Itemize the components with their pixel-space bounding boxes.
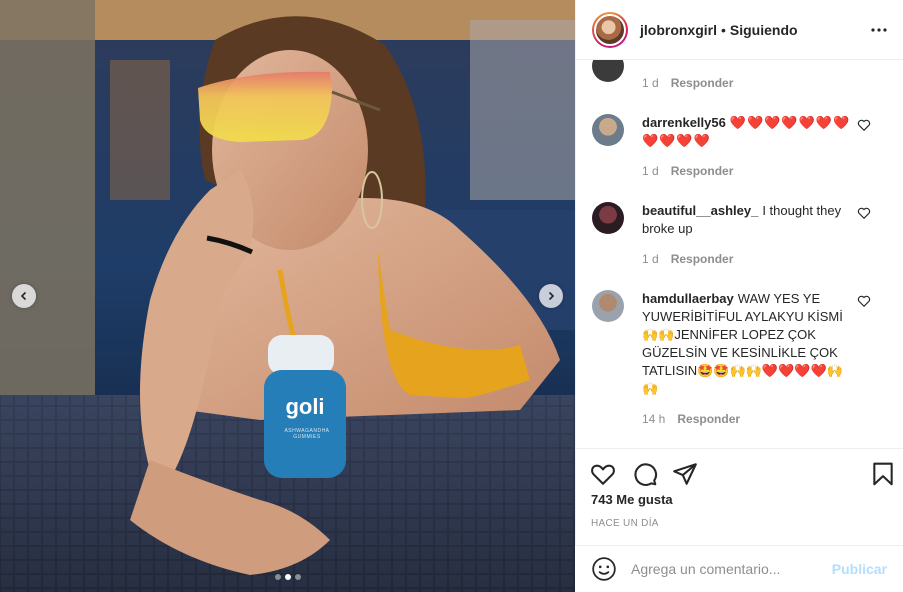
more-horizontal-icon xyxy=(871,28,887,32)
post-header: jlobronxgirl • Siguiendo xyxy=(576,0,903,60)
comment-avatar[interactable] xyxy=(592,114,624,146)
more-options-button[interactable] xyxy=(867,18,891,42)
comment-like-icon[interactable] xyxy=(857,118,871,132)
comment-time: 1 d xyxy=(642,252,659,266)
paper-plane-icon[interactable] xyxy=(672,461,698,487)
reply-button[interactable]: Responder xyxy=(677,412,740,426)
comment-like-icon[interactable] xyxy=(857,294,871,308)
heart-icon[interactable] xyxy=(590,461,616,487)
bottle-subtext: ASHWAGANDHA GUMMIES xyxy=(284,428,330,440)
carousel-dot-active xyxy=(284,574,291,580)
chevron-left-icon xyxy=(20,291,27,301)
instagram-post-modal: goli ASHWAGANDHA GUMMIES jlobronxgirl • … xyxy=(0,0,903,592)
comment-input[interactable] xyxy=(631,561,832,577)
comment-avatar[interactable] xyxy=(592,202,624,234)
comment-avatar[interactable] xyxy=(592,60,624,82)
header-separator: • xyxy=(721,21,726,38)
comment-meta: 14 h Responder xyxy=(642,412,740,426)
photo-scene xyxy=(0,0,575,592)
post-date[interactable]: HACE UN DÍA xyxy=(591,518,659,529)
comment-like-icon[interactable] xyxy=(857,206,871,220)
carousel-previous-button[interactable] xyxy=(12,284,36,308)
reply-button[interactable]: Responder xyxy=(671,76,734,90)
likes-count[interactable]: 743 Me gusta xyxy=(591,492,673,507)
comment-time: 1 d xyxy=(642,76,659,90)
post-photo[interactable]: goli ASHWAGANDHA GUMMIES xyxy=(0,0,575,592)
bookmark-icon[interactable] xyxy=(870,461,896,487)
comment-time: 1 d xyxy=(642,164,659,178)
chevron-right-icon xyxy=(548,291,555,301)
comment-meta: 1 d Responder xyxy=(642,164,733,178)
comment-username[interactable]: beautiful__ashley_ xyxy=(642,203,758,218)
carousel-dot xyxy=(274,574,281,580)
comment-avatar[interactable] xyxy=(592,290,624,322)
reply-button[interactable]: Responder xyxy=(671,164,734,178)
smiley-icon[interactable] xyxy=(591,556,617,582)
owner-username[interactable]: jlobronxgirl xyxy=(640,22,717,38)
carousel-next-button[interactable] xyxy=(539,284,563,308)
carousel-dots xyxy=(0,574,575,580)
comment-username[interactable]: darrenkelly56 xyxy=(642,115,726,130)
publish-button[interactable]: Publicar xyxy=(832,561,887,577)
reply-button[interactable]: Responder xyxy=(671,252,734,266)
comment-body: hamdullaerbay WAW YES YE YUWERİBİTİFUL AY… xyxy=(642,290,857,398)
bottle-brand-label: goli xyxy=(285,394,325,419)
add-comment-bar: Publicar xyxy=(575,545,903,592)
comment-time: 14 h xyxy=(642,412,666,426)
comment-meta: 1 d Responder xyxy=(642,252,733,266)
following-button[interactable]: Siguiendo xyxy=(730,22,798,38)
owner-avatar[interactable] xyxy=(592,11,628,48)
comment-body: beautiful__ashley_ I thought they broke u… xyxy=(642,202,857,238)
comment-body: darrenkelly56 ❤️❤️❤️❤️❤️❤️❤️❤️❤️❤️❤️ xyxy=(642,114,857,150)
comment-meta: 1 d Responder xyxy=(642,76,733,90)
comments-list[interactable]: 1 d Responder darrenkelly56 ❤️❤️❤️❤️❤️❤️❤️… xyxy=(576,60,903,448)
post-actions-bar xyxy=(576,448,903,498)
carousel-dot xyxy=(294,574,301,580)
comment-bubble-icon[interactable] xyxy=(632,461,658,487)
comment-username[interactable]: hamdullaerbay xyxy=(642,291,734,306)
comment-text: WAW YES YE YUWERİBİTİFUL AYLAKYU KİSMİ 🙌… xyxy=(642,291,843,396)
